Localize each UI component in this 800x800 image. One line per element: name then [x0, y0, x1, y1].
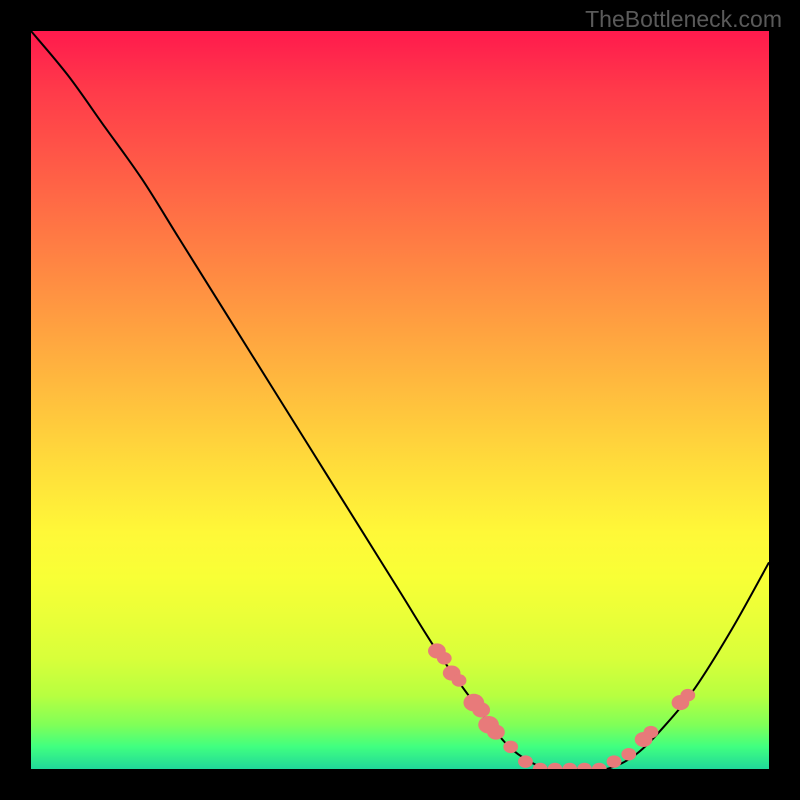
data-marker: [548, 763, 563, 769]
curve-markers: [428, 643, 695, 769]
data-marker: [577, 763, 592, 769]
data-marker: [621, 748, 636, 761]
data-marker: [644, 726, 659, 739]
data-marker: [503, 741, 518, 754]
data-marker: [518, 755, 533, 768]
data-marker: [487, 725, 505, 740]
chart-svg: [31, 31, 769, 769]
data-marker: [472, 702, 490, 717]
data-marker: [452, 674, 467, 687]
watermark-text: TheBottleneck.com: [585, 6, 782, 33]
data-marker: [607, 755, 622, 768]
data-marker: [562, 763, 577, 769]
plot-area: [31, 31, 769, 769]
data-marker: [680, 689, 695, 702]
bottleneck-curve: [31, 31, 769, 769]
data-marker: [437, 652, 452, 665]
data-marker: [592, 763, 607, 769]
